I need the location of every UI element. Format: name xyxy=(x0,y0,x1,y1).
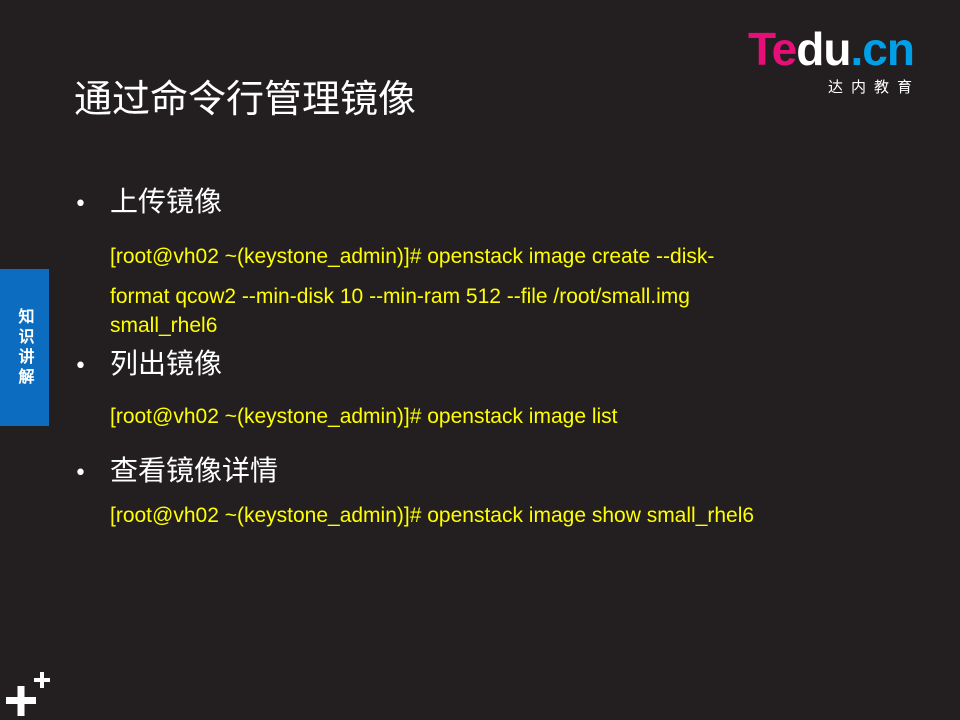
logo-mark-part1: Te xyxy=(748,23,797,75)
bullet-dot: • xyxy=(74,354,87,379)
logo-mark: Tedu.cn xyxy=(748,23,915,75)
command-line: [root@vh02 ~(keystone_admin)]# openstack… xyxy=(110,245,715,268)
side-tab: 知识讲解 xyxy=(0,269,49,426)
command-line: [root@vh02 ~(keystone_admin)]# openstack… xyxy=(110,504,755,527)
side-tab-label: 知识讲解 xyxy=(15,307,35,388)
bullet-label: 列出镜像 xyxy=(110,347,223,380)
bullet-label: 上传镜像 xyxy=(110,185,223,218)
bullet-show-image-details: • 查看镜像详情 xyxy=(74,453,278,492)
command-line: format qcow2 --min-disk 10 --min-ram 512… xyxy=(110,285,690,308)
slide: Tedu.cn 达内教育 通过命令行管理镜像 知识讲解 • 上传镜像 [root@… xyxy=(0,0,960,720)
slide-title: 通过命令行管理镜像 xyxy=(74,77,417,121)
command-line: [root@vh02 ~(keystone_admin)]# openstack… xyxy=(110,405,618,428)
logo-mark-part2: du xyxy=(796,23,851,75)
logo-mark-part3: .cn xyxy=(850,23,914,75)
tedu-logo: Tedu.cn 达内教育 xyxy=(748,26,938,102)
plus-icon xyxy=(6,672,50,716)
bullet-upload-image: • 上传镜像 xyxy=(74,184,222,223)
bullet-label: 查看镜像详情 xyxy=(110,454,279,487)
bullet-list-images: • 列出镜像 xyxy=(74,346,222,385)
command-line: small_rhel6 xyxy=(110,314,218,337)
bullet-dot: • xyxy=(74,461,87,486)
logo-subtitle: 达内教育 xyxy=(828,78,921,96)
bullet-dot: • xyxy=(74,192,87,217)
